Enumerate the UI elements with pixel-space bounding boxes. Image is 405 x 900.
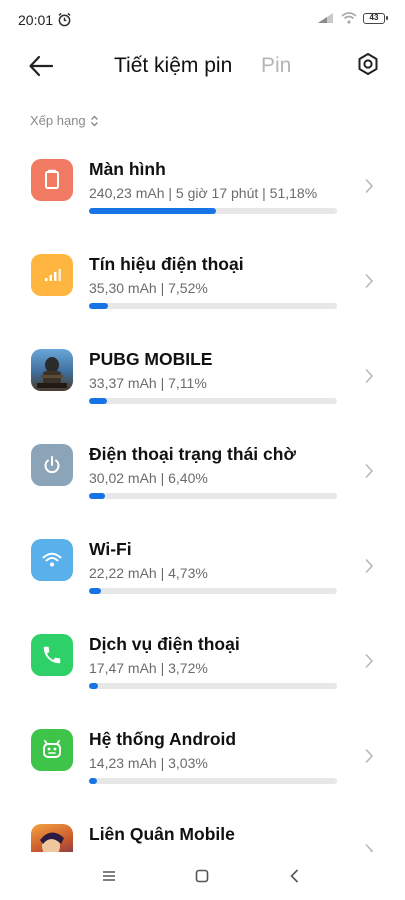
alarm-icon xyxy=(58,12,71,27)
item-title: Wi-Fi xyxy=(89,539,132,559)
item-title: Màn hình xyxy=(89,159,166,179)
usage-bar xyxy=(89,493,337,499)
chevron-right-icon xyxy=(365,843,374,852)
list-item-wifi[interactable]: Wi-Fi 22,22 mAh | 4,73% xyxy=(0,522,405,617)
item-detail: 240,23 mAh | 5 giờ 17 phút | 51,18% xyxy=(89,185,318,201)
chevron-right-icon xyxy=(365,368,374,384)
item-detail: 30,02 mAh | 6,40% xyxy=(89,470,208,486)
status-bar: 20:01 43 xyxy=(0,0,405,40)
usage-bar-fill xyxy=(89,493,105,499)
screen-icon xyxy=(31,159,73,201)
chevron-right-icon xyxy=(365,178,374,194)
tab-battery[interactable]: Pin xyxy=(261,54,291,78)
usage-bar-fill xyxy=(89,683,99,689)
item-detail: 33,37 mAh | 7,11% xyxy=(89,375,207,391)
item-title: Liên Quân Mobile xyxy=(89,824,235,844)
sort-label: Xếp hạng xyxy=(30,113,86,128)
usage-bar xyxy=(89,683,337,689)
chevron-right-icon xyxy=(365,273,374,289)
list-item-phone-service[interactable]: Dịch vụ điện thoại 17,47 mAh | 3,72% xyxy=(0,617,405,712)
usage-bar-fill xyxy=(89,303,108,309)
back-triangle-icon[interactable] xyxy=(285,866,305,886)
item-detail: 22,22 mAh | 4,73% xyxy=(89,565,208,581)
item-title: Điện thoại trạng thái chờ xyxy=(89,444,296,464)
item-title: Tín hiệu điện thoại xyxy=(89,254,244,274)
android-icon xyxy=(31,729,73,771)
list-item-android-system[interactable]: Hệ thống Android 14,23 mAh | 3,03% xyxy=(0,712,405,807)
sort-toggle-icon xyxy=(90,115,98,126)
list-item-cell-signal[interactable]: Tín hiệu điện thoại 35,30 mAh | 7,52% xyxy=(0,237,405,332)
tab-battery-saver[interactable]: Tiết kiệm pin xyxy=(114,54,232,78)
usage-bar xyxy=(89,778,337,784)
status-time: 20:01 xyxy=(18,12,54,28)
chevron-right-icon xyxy=(365,653,374,669)
chevron-right-icon xyxy=(365,748,374,764)
battery-indicator: 43 xyxy=(363,12,388,24)
list-item-lien-quan-mobile[interactable]: Liên Quân Mobile xyxy=(0,807,405,852)
header: Tiết kiệm pin Pin xyxy=(0,46,405,86)
back-arrow-icon[interactable] xyxy=(28,54,54,78)
item-title: Dịch vụ điện thoại xyxy=(89,634,240,654)
chevron-right-icon xyxy=(365,463,374,479)
pubg-mobile-icon xyxy=(31,349,73,391)
wifi-status-icon xyxy=(341,12,357,24)
item-detail: 14,23 mAh | 3,03% xyxy=(89,755,208,771)
usage-bar-fill xyxy=(89,208,216,214)
item-title: PUBG MOBILE xyxy=(89,349,213,369)
recents-menu-icon[interactable] xyxy=(99,866,119,886)
usage-bar-fill xyxy=(89,398,107,404)
signal-icon xyxy=(318,13,333,23)
usage-bar-fill xyxy=(89,778,97,784)
battery-usage-list: Màn hình 240,23 mAh | 5 giờ 17 phút | 51… xyxy=(0,142,405,852)
power-icon xyxy=(31,444,73,486)
item-title: Hệ thống Android xyxy=(89,729,237,749)
home-square-icon[interactable] xyxy=(192,866,212,886)
item-detail: 35,30 mAh | 7,52% xyxy=(89,280,208,296)
cell-signal-icon xyxy=(31,254,73,296)
item-detail: 17,47 mAh | 3,72% xyxy=(89,660,208,676)
usage-bar xyxy=(89,208,337,214)
usage-bar-fill xyxy=(89,588,101,594)
sort-dropdown[interactable]: Xếp hạng xyxy=(30,113,99,128)
list-item-screen[interactable]: Màn hình 240,23 mAh | 5 giờ 17 phút | 51… xyxy=(0,142,405,237)
usage-bar xyxy=(89,588,337,594)
usage-bar xyxy=(89,303,337,309)
list-item-pubg-mobile[interactable]: PUBG MOBILE 33,37 mAh | 7,11% xyxy=(0,332,405,427)
wifi-icon xyxy=(31,539,73,581)
lien-quan-mobile-icon xyxy=(31,824,73,852)
navigation-bar xyxy=(0,852,405,900)
status-icons: 43 xyxy=(317,12,388,24)
chevron-right-icon xyxy=(365,558,374,574)
settings-gear-icon[interactable] xyxy=(356,52,380,76)
phone-icon xyxy=(31,634,73,676)
usage-bar xyxy=(89,398,337,404)
list-item-standby[interactable]: Điện thoại trạng thái chờ 30,02 mAh | 6,… xyxy=(0,427,405,522)
